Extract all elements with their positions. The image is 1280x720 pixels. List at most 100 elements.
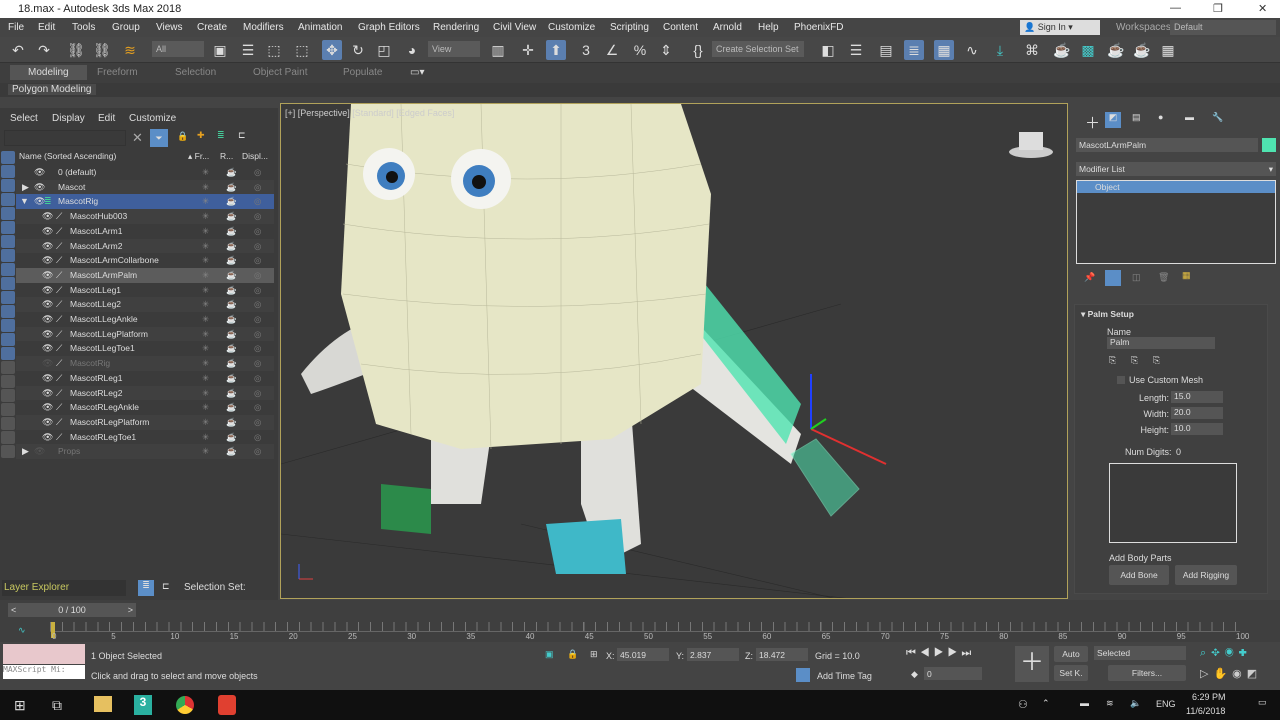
renderable-icon[interactable]: ☕ <box>226 209 237 223</box>
menu-arnold[interactable]: Arnold <box>713 22 742 33</box>
select-rotate-icon[interactable]: ↻ <box>348 40 368 60</box>
object-color-swatch[interactable] <box>1262 138 1276 152</box>
freeze-icon[interactable]: ✳ <box>202 371 209 385</box>
clock-time[interactable]: 6:29 PM <box>1192 692 1226 702</box>
explorer-filter-icon[interactable] <box>1 417 15 430</box>
select-object-icon[interactable]: ▣ <box>210 40 230 60</box>
tab-populate[interactable]: Populate <box>343 67 382 78</box>
display-icon[interactable]: ◎ <box>254 165 261 179</box>
renderable-icon[interactable]: ☕ <box>226 371 237 385</box>
layer-explorer-icon[interactable]: ≣ <box>904 40 924 60</box>
explorer-row[interactable]: 👁 ⟋ MascotRLegAnkle ✳ ☕ ◎ <box>16 400 274 415</box>
renderable-icon[interactable]: ☕ <box>226 356 237 370</box>
add-bone-button[interactable]: Add Bone <box>1109 565 1169 585</box>
explorer-filter-icon[interactable] <box>1 277 15 290</box>
people-icon[interactable]: ⚇ <box>1018 698 1028 711</box>
menu-modifiers[interactable]: Modifiers <box>243 22 284 33</box>
display-icon[interactable]: ◎ <box>254 327 261 341</box>
workspace-dropdown[interactable]: Default <box>1170 20 1276 35</box>
column-render[interactable]: R... <box>220 151 233 161</box>
rectangular-selection-icon[interactable]: ⬚ <box>264 40 284 60</box>
paste-icon[interactable]: ⎘ <box>1131 355 1138 366</box>
display-icon[interactable]: ◎ <box>254 415 261 429</box>
explorer-row[interactable]: 👁 ⟋ MascotLLegToe1 ✳ ☕ ◎ <box>16 341 274 356</box>
explorer-menu-select[interactable]: Select <box>10 113 38 124</box>
display-icon[interactable]: ◎ <box>254 371 261 385</box>
palm-name-field[interactable]: Palm <box>1107 337 1215 349</box>
display-icon[interactable]: ◎ <box>254 283 261 297</box>
rollout-title[interactable]: ▾ Palm Setup <box>1081 309 1134 320</box>
language-indicator[interactable]: ENG <box>1156 699 1176 709</box>
mirror-icon[interactable]: ◧ <box>818 40 838 60</box>
layer-sort-icon[interactable]: ≣ <box>138 580 154 596</box>
undo-icon[interactable]: ↶ <box>8 40 28 60</box>
renderable-icon[interactable]: ☕ <box>226 165 237 179</box>
explorer-row[interactable]: 👁 ⟋ MascotRLegPlatform ✳ ☕ ◎ <box>16 414 274 430</box>
set-key-plus-button[interactable]: ＋ <box>1015 646 1049 682</box>
modifier-stack[interactable]: Object <box>1076 180 1276 264</box>
menu-tools[interactable]: Tools <box>72 22 95 33</box>
link-icon[interactable]: ⛓ <box>66 40 86 60</box>
explorer-row[interactable]: 👁 ⟋ MascotRig ✳ ☕ ◎ <box>16 356 274 371</box>
explorer-row[interactable]: ▶ 👁 Mascot ✳ ☕ ◎ <box>16 179 274 195</box>
explorer-row[interactable]: 👁 ⟋ MascotLArmPalm ✳ ☕ ◎ <box>16 267 274 283</box>
visibility-eye-icon[interactable]: 👁 <box>34 444 45 458</box>
body-parts-list[interactable] <box>1109 463 1237 543</box>
select-scale-icon[interactable]: ◰ <box>374 40 394 60</box>
select-manipulate-icon[interactable]: ✛ <box>518 40 538 60</box>
display-icon[interactable]: ◎ <box>254 224 261 238</box>
render-production-icon[interactable]: ☕ <box>1132 40 1152 60</box>
renderable-icon[interactable]: ☕ <box>226 283 237 297</box>
lock-icon[interactable]: 🔒 <box>177 131 188 142</box>
renderable-icon[interactable]: ☕ <box>226 444 237 458</box>
object-name-field[interactable]: MascotLArmPalm <box>1076 138 1258 152</box>
named-selection-dropdown[interactable]: Create Selection Set <box>712 41 804 57</box>
visibility-eye-icon[interactable]: 👁 <box>42 327 53 341</box>
snaps-toggle-icon[interactable]: 3 <box>576 40 596 60</box>
renderable-icon[interactable]: ☕ <box>226 341 237 355</box>
visibility-eye-icon[interactable]: 👁 <box>42 386 53 400</box>
visibility-eye-icon[interactable]: 👁 <box>42 283 53 297</box>
visibility-eye-icon[interactable]: 👁 <box>34 194 45 208</box>
keyboard-shortcut-override-icon[interactable]: ⬆ <box>546 40 566 60</box>
menu-group[interactable]: Group <box>112 22 140 33</box>
explorer-filter-icon[interactable] <box>1 165 15 178</box>
freeze-icon[interactable]: ✳ <box>202 444 209 458</box>
explorer-filter-icon[interactable] <box>1 179 15 192</box>
spinner-snap-icon[interactable]: ⇕ <box>656 40 676 60</box>
time-slider[interactable]: <0 / 100 > <box>8 603 136 617</box>
remove-modifier-icon[interactable]: 🗑 <box>1158 272 1169 283</box>
visibility-eye-icon[interactable]: 👁 <box>42 415 53 429</box>
menu-content[interactable]: Content <box>663 22 698 33</box>
hierarchy-tab-icon[interactable]: ▤ <box>1132 112 1141 123</box>
create-tab-icon[interactable]: ＋ <box>1085 112 1100 133</box>
maxscript-listener[interactable] <box>3 644 85 664</box>
tab-selection[interactable]: Selection <box>175 67 216 78</box>
explorer-row[interactable]: 👁 ⟋ MascotRLeg1 ✳ ☕ ◎ <box>16 371 274 386</box>
visibility-eye-icon[interactable]: 👁 <box>42 341 53 355</box>
place-icon[interactable]: ◕ <box>402 40 422 60</box>
select-move-icon[interactable]: ✥ <box>322 40 342 60</box>
render-setup-icon[interactable]: ▩ <box>1078 40 1098 60</box>
create-layer-icon[interactable]: ✚ <box>197 130 205 141</box>
freeze-icon[interactable]: ✳ <box>202 194 209 208</box>
make-unique-icon[interactable]: ◫ <box>1132 272 1141 283</box>
freeze-icon[interactable]: ✳ <box>202 327 209 341</box>
freeze-icon[interactable]: ✳ <box>202 165 209 179</box>
width-spinner[interactable]: 20.0 <box>1171 407 1223 419</box>
visibility-eye-icon[interactable]: 👁 <box>42 312 53 326</box>
battery-icon[interactable]: ▬ <box>1080 698 1089 708</box>
x-coordinate-field[interactable]: 45.019 <box>617 648 669 661</box>
layers-icon[interactable]: ≣ <box>217 130 225 141</box>
visibility-eye-icon[interactable]: 👁 <box>42 400 53 414</box>
add-rigging-button[interactable]: Add Rigging <box>1175 565 1237 585</box>
hierarchy-sort-icon[interactable]: ⊏ <box>162 581 170 592</box>
explorer-filter-icon[interactable] <box>1 249 15 262</box>
motion-tab-icon[interactable]: ● <box>1158 112 1163 122</box>
explorer-row[interactable]: 👁 ⟋ MascotLLegPlatform ✳ ☕ ◎ <box>16 326 274 342</box>
freeze-icon[interactable]: ✳ <box>202 356 209 370</box>
track-bar[interactable] <box>50 622 1240 632</box>
explorer-row[interactable]: 👁 ⟋ MascotLLeg2 ✳ ☕ ◎ <box>16 297 274 312</box>
renderable-icon[interactable]: ☕ <box>226 415 237 429</box>
explorer-filter-icon[interactable] <box>1 305 15 318</box>
